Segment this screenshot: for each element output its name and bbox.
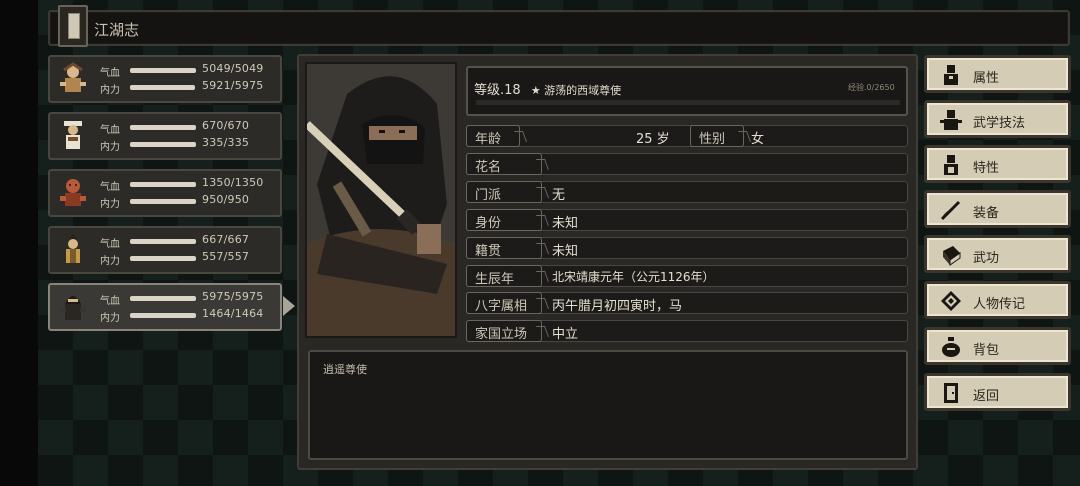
menu-traits-button[interactable]: 特性	[924, 145, 1071, 183]
bag-icon	[942, 337, 960, 357]
hp-label: 气血	[100, 296, 120, 307]
book-icon	[943, 246, 961, 266]
hp-bar	[130, 296, 196, 301]
mp-value: 950/950	[202, 193, 250, 206]
hp-value: 667/667	[202, 233, 250, 246]
mp-bar	[130, 199, 196, 204]
party-member-4[interactable]: 气血 667/667 内力 557/557	[48, 226, 282, 274]
mp-bar	[130, 256, 196, 261]
age-value: 25 岁	[636, 132, 670, 147]
exp-bar	[476, 100, 900, 105]
mp-label: 内力	[100, 142, 120, 153]
stance-label: 家国立场	[466, 320, 542, 342]
hp-value: 670/670	[202, 119, 250, 132]
party-member-3[interactable]: 气血 1350/1350 内力 950/950	[48, 169, 282, 217]
menu-label: 人物传记	[973, 297, 1026, 312]
identity-value: 未知	[552, 216, 579, 231]
menu-skills-button[interactable]: 武功	[924, 235, 1071, 273]
menu-biography-button[interactable]: 人物传记	[924, 281, 1071, 319]
hp-bar	[130, 125, 196, 130]
mp-label: 内力	[100, 256, 120, 267]
mp-value: 335/335	[202, 136, 250, 149]
hp-label: 气血	[100, 182, 120, 193]
birth-value: 北宋靖康元年（公元1126年）	[552, 270, 715, 284]
birth-label: 生辰年	[466, 265, 542, 287]
bazi-value: 丙午腊月初四寅时，马	[552, 299, 683, 314]
mp-label: 内力	[100, 85, 120, 96]
menu-label: 特性	[973, 161, 1000, 176]
mp-label: 内力	[100, 313, 120, 324]
hp-value: 5975/5975	[202, 290, 264, 303]
sword-icon	[940, 200, 961, 221]
menu-return-button[interactable]: 返回	[924, 373, 1071, 411]
book-icon	[58, 5, 88, 47]
scroll-icon	[941, 291, 961, 311]
hp-bar	[130, 68, 196, 73]
party-member-5-selected[interactable]: 气血 5975/5975 内力 1464/1464	[48, 283, 282, 331]
avatar	[60, 62, 86, 92]
age-label: 年龄	[466, 125, 520, 147]
mp-bar	[130, 313, 196, 318]
hp-bar	[130, 182, 196, 187]
mp-bar	[130, 142, 196, 147]
identity-label: 身份	[466, 209, 542, 231]
avatar	[60, 179, 86, 206]
party-member-1[interactable]: 气血 5049/5049 内力 5921/5975	[48, 55, 282, 103]
character-title: ★ 游荡的西域尊使	[530, 84, 622, 97]
level-value: 等级.18	[474, 83, 521, 98]
person-icon	[944, 65, 958, 85]
mp-value: 5921/5975	[202, 79, 264, 92]
menu-label: 装备	[973, 206, 1000, 221]
mp-bar	[130, 85, 196, 90]
menu-label: 返回	[973, 389, 1000, 404]
selection-arrow-icon	[283, 296, 295, 316]
gender-value: 女	[751, 132, 765, 147]
title-bar	[48, 10, 1070, 46]
description-text: 逍遥尊使	[323, 363, 367, 376]
info-row-age	[466, 125, 908, 147]
nickname-label: 花名	[466, 153, 542, 175]
hp-value: 1350/1350	[202, 176, 264, 189]
menu-attributes-button[interactable]: 属性	[924, 55, 1071, 93]
hp-bar	[130, 239, 196, 244]
mp-value: 1464/1464	[202, 307, 264, 320]
menu-label: 属性	[973, 71, 1000, 86]
stance-value: 中立	[552, 327, 579, 342]
menu-inventory-button[interactable]: 背包	[924, 327, 1071, 365]
hp-label: 气血	[100, 239, 120, 250]
mp-label: 内力	[100, 199, 120, 210]
bazi-label: 八字属相	[466, 292, 542, 314]
hp-value: 5049/5049	[202, 62, 264, 75]
trait-person-icon	[944, 155, 958, 175]
sect-value: 无	[552, 188, 566, 203]
avatar	[64, 121, 82, 149]
ninja-portrait-icon	[307, 64, 455, 336]
character-portrait	[305, 62, 457, 338]
origin-value: 未知	[552, 244, 579, 259]
hp-label: 气血	[100, 125, 120, 136]
menu-label: 武学技法	[973, 116, 1026, 131]
avatar	[60, 296, 86, 320]
description-box	[308, 350, 908, 460]
door-icon	[944, 383, 958, 403]
martial-person-icon	[940, 110, 962, 130]
menu-label: 武功	[973, 251, 1000, 266]
exp-text: 经验.0/2650	[848, 83, 895, 92]
origin-label: 籍贯	[466, 237, 542, 259]
avatar	[66, 234, 80, 263]
left-edge	[0, 0, 38, 486]
menu-martial-techniques-button[interactable]: 武学技法	[924, 100, 1071, 138]
hp-label: 气血	[100, 68, 120, 79]
party-member-2[interactable]: 气血 670/670 内力 335/335	[48, 112, 282, 160]
menu-equipment-button[interactable]: 装备	[924, 190, 1071, 228]
page-title: 江湖志	[94, 21, 140, 39]
sect-label: 门派	[466, 181, 542, 203]
menu-label: 背包	[973, 343, 1000, 358]
level-title: 等级.18 ★ 游荡的西域尊使	[474, 79, 621, 98]
mp-value: 557/557	[202, 250, 250, 263]
gender-label: 性别	[690, 125, 744, 147]
